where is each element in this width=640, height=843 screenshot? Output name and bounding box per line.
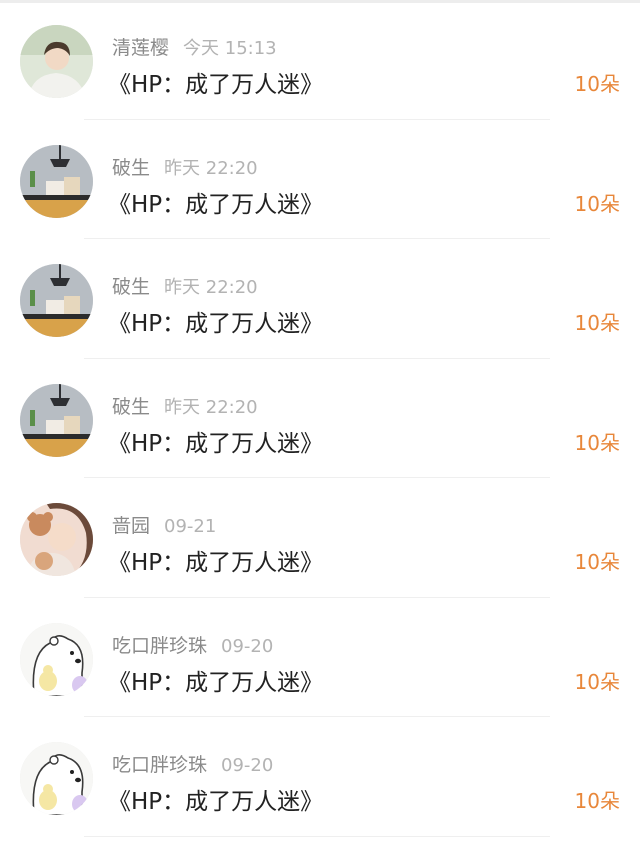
item-meta: 啬园 09-21 [112,511,217,537]
list-item[interactable]: 清莲樱 今天 15:13 《HP：成了万人迷》 10朵 [0,0,640,120]
item-meta: 破生 昨天 22:20 [112,272,258,298]
book-title[interactable]: 《HP：成了万人迷》 [108,543,323,577]
username[interactable]: 破生 [112,276,150,298]
timestamp: 今天 15:13 [183,38,277,59]
room-lamp-avatar[interactable] [20,144,93,218]
list-item[interactable]: 破生 昨天 22:20 《HP：成了万人迷》 10朵 [0,120,640,239]
timestamp: 昨天 22:20 [164,396,258,418]
gift-feed-list: 清莲樱 今天 15:13 《HP：成了万人迷》 10朵 破生 昨天 22:20 《H… [0,0,640,837]
boy-portrait-avatar[interactable] [20,25,93,98]
list-item[interactable]: 破生 昨天 22:20 《HP：成了万人迷》 10朵 [0,239,640,359]
book-title[interactable]: 《HP：成了万人迷》 [108,185,323,219]
item-meta: 破生 昨天 22:20 [112,153,258,179]
username[interactable]: 破生 [112,157,150,179]
polar-bear-cartoon-avatar[interactable] [20,742,93,815]
polar-bear-cartoon-avatar[interactable] [20,622,93,696]
gift-count: 10朵 [574,789,620,813]
item-meta: 破生 昨天 22:20 [112,392,258,418]
gift-count: 10朵 [574,311,620,335]
username[interactable]: 啬园 [112,515,150,537]
book-title[interactable]: 《HP：成了万人迷》 [108,663,323,697]
timestamp: 09-21 [164,516,217,537]
book-title[interactable]: 《HP：成了万人迷》 [108,65,323,99]
gift-count: 10朵 [574,72,620,96]
item-meta: 吃口胖珍珠 09-20 [112,631,274,657]
book-title[interactable]: 《HP：成了万人迷》 [108,304,323,338]
divider [84,835,550,837]
room-lamp-avatar[interactable] [20,383,93,457]
gift-count: 10朵 [574,669,620,694]
gift-count: 10朵 [574,430,620,455]
item-meta: 吃口胖珍珠 09-20 [112,750,274,776]
timestamp: 昨天 22:20 [164,277,258,298]
list-item[interactable]: 破生 昨天 22:20 《HP：成了万人迷》 10朵 [0,359,640,478]
room-lamp-avatar[interactable] [20,264,93,337]
gift-count: 10朵 [574,191,620,216]
gift-count: 10朵 [574,550,620,574]
username[interactable]: 破生 [112,396,150,418]
username[interactable]: 吃口胖珍珠 [112,754,207,776]
book-title[interactable]: 《HP：成了万人迷》 [108,782,323,816]
timestamp: 09-20 [221,755,274,776]
timestamp: 09-20 [221,635,274,657]
list-item[interactable]: 吃口胖珍珠 09-20 《HP：成了万人迷》 10朵 [0,598,640,717]
book-title[interactable]: 《HP：成了万人迷》 [108,424,323,458]
timestamp: 昨天 22:20 [164,157,258,179]
username[interactable]: 吃口胖珍珠 [112,635,207,657]
username[interactable]: 清莲樱 [112,37,169,59]
list-item[interactable]: 吃口胖珍珠 09-20 《HP：成了万人迷》 10朵 [0,717,640,837]
item-meta: 清莲樱 今天 15:13 [112,33,277,59]
list-item[interactable]: 啬园 09-21 《HP：成了万人迷》 10朵 [0,478,640,598]
girl-teddy-avatar[interactable] [20,503,93,576]
